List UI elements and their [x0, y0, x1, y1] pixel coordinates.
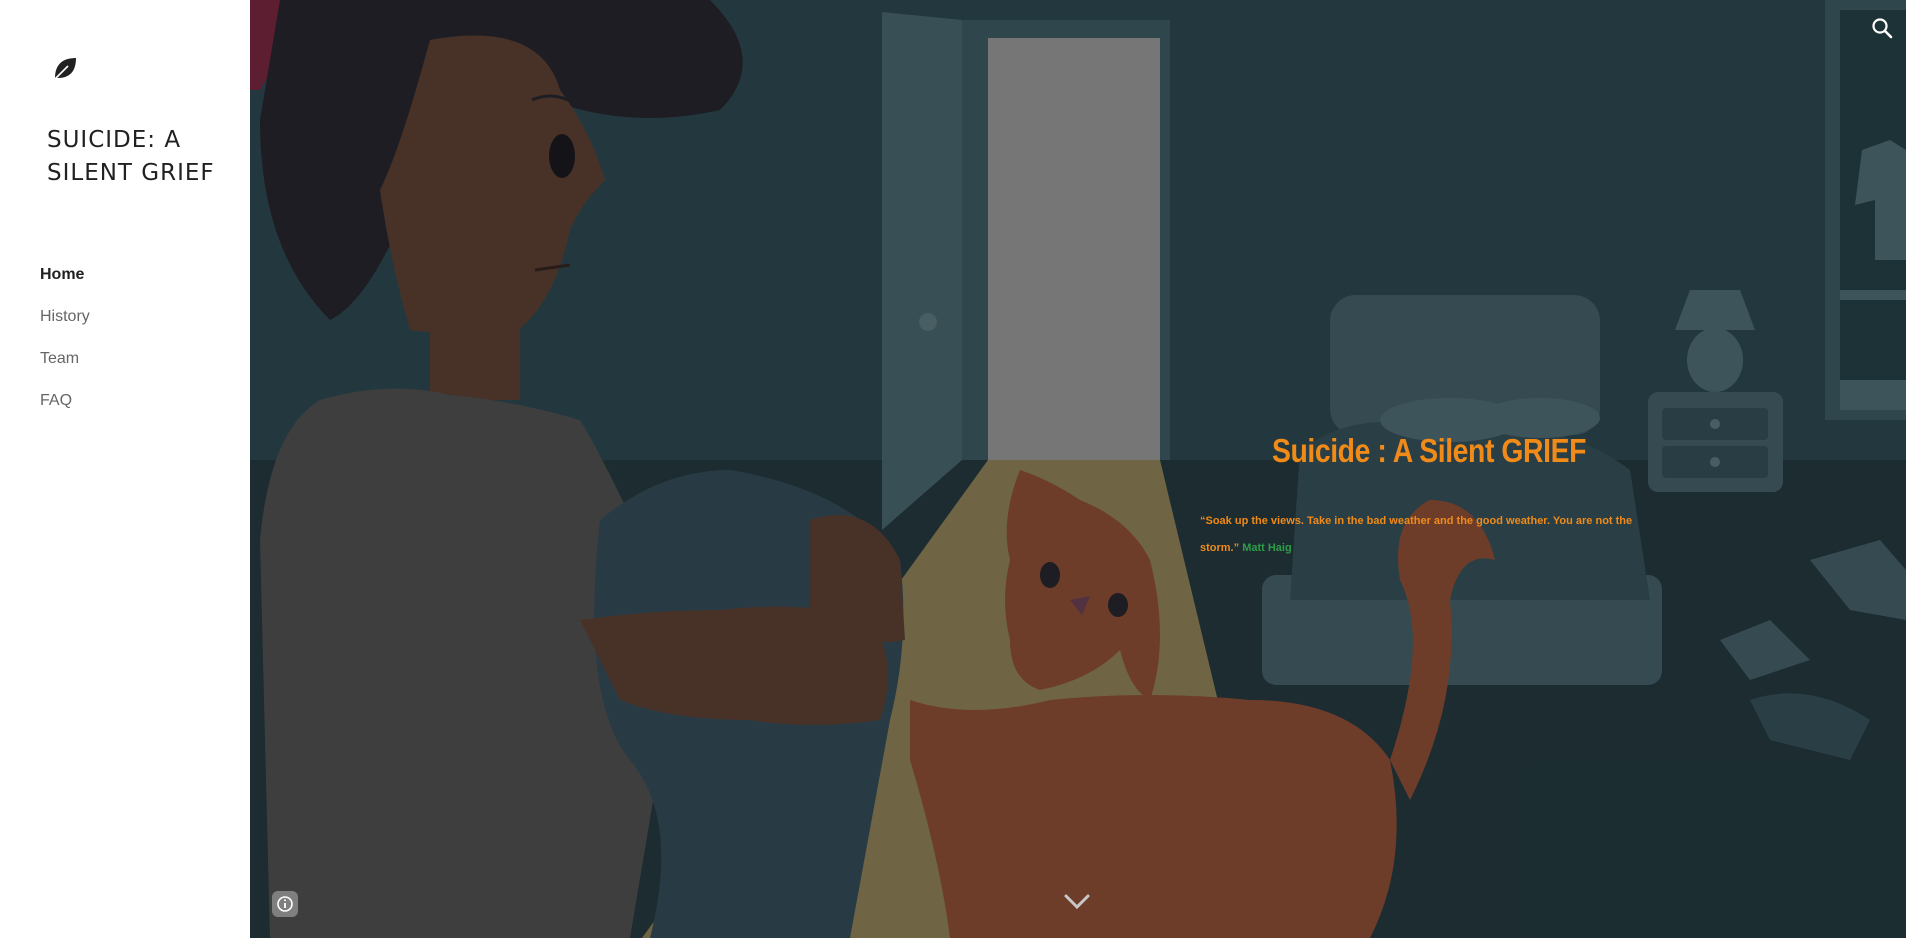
hero-quote: “Soak up the views. Take in the bad weat… — [1200, 508, 1640, 562]
site-navigation: Home History Team FAQ — [40, 262, 90, 430]
nav-item-faq[interactable]: FAQ — [40, 388, 90, 430]
info-icon — [277, 896, 293, 912]
nav-item-home[interactable]: Home — [40, 262, 90, 304]
site-title[interactable]: SUICIDE: A SILENT GRIEF — [47, 124, 247, 190]
sidebar: SUICIDE: A SILENT GRIEF Home History Tea… — [0, 0, 250, 938]
nav-item-history[interactable]: History — [40, 304, 90, 346]
leaf-icon[interactable] — [52, 55, 78, 81]
chevron-down-icon[interactable] — [1062, 890, 1092, 912]
info-button[interactable] — [272, 891, 298, 917]
search-icon[interactable] — [1870, 16, 1894, 40]
quote-author: Matt Haig — [1242, 542, 1292, 554]
hero-banner: Suicide : A Silent GRIEF “Soak up the vi… — [250, 0, 1906, 938]
nav-item-team[interactable]: Team — [40, 346, 90, 388]
hero-overlay — [250, 0, 1906, 938]
hero-title: Suicide : A Silent GRIEF — [1272, 432, 1586, 469]
